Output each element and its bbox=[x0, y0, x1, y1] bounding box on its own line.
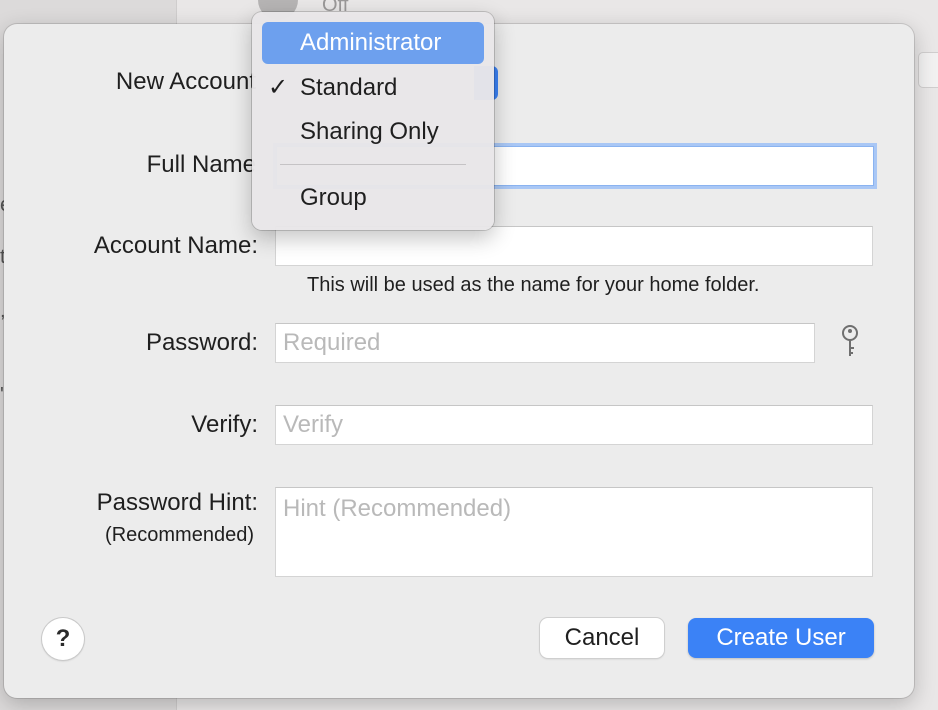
password-hint-field[interactable] bbox=[275, 487, 873, 577]
password-field[interactable] bbox=[275, 323, 815, 363]
full-name-label: Full Name bbox=[146, 151, 256, 178]
menu-item-group[interactable]: Group bbox=[262, 177, 484, 219]
verify-label: Verify: bbox=[191, 411, 258, 438]
menu-item-label: Administrator bbox=[300, 29, 442, 56]
menu-item-label: Standard bbox=[300, 74, 398, 101]
verify-field[interactable] bbox=[275, 405, 873, 445]
new-account-label: New Account bbox=[115, 68, 256, 95]
checkmark-icon: ✓ bbox=[268, 74, 289, 101]
menu-item-label: Sharing Only bbox=[300, 118, 439, 145]
password-label: Password: bbox=[145, 329, 258, 356]
menu-separator bbox=[280, 164, 466, 165]
menu-item-standard[interactable]: ✓ Standard bbox=[262, 67, 484, 109]
help-button[interactable]: ? bbox=[42, 618, 84, 660]
account-name-field[interactable] bbox=[275, 226, 873, 266]
create-user-button[interactable]: Create User bbox=[688, 618, 874, 658]
account-name-help-text: This will be used as the name for your h… bbox=[307, 274, 760, 296]
menu-item-label: Group bbox=[300, 184, 367, 211]
password-hint-sublabel: (Recommended) bbox=[105, 524, 254, 546]
account-name-label: Account Name: bbox=[93, 232, 258, 259]
menu-item-administrator[interactable]: Administrator bbox=[262, 22, 484, 64]
password-hint-label: Password Hint: bbox=[96, 489, 258, 516]
key-icon[interactable] bbox=[838, 324, 862, 360]
background-field bbox=[918, 52, 938, 88]
menu-item-sharing-only[interactable]: Sharing Only bbox=[262, 111, 484, 153]
account-type-menu: Administrator ✓ Standard Sharing Only Gr… bbox=[252, 12, 494, 230]
cancel-button[interactable]: Cancel bbox=[540, 618, 664, 658]
